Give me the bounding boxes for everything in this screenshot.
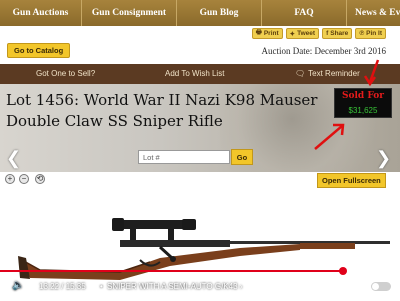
print-button[interactable]: 🖶 Print <box>251 28 283 39</box>
text-reminder-link[interactable]: 🗨 Text Reminder <box>295 69 360 78</box>
lot-go-button[interactable]: Go <box>231 149 253 165</box>
printer-icon: 🖶 <box>255 29 262 36</box>
tweet-label: Tweet <box>297 30 316 37</box>
next-lot-chevron-icon[interactable]: ❯ <box>376 148 391 169</box>
sold-for-label: Sold For <box>342 91 384 101</box>
twitter-icon: ✦ <box>289 30 296 38</box>
nav-gun-blog[interactable]: Gun Blog <box>177 0 262 26</box>
previous-lot-chevron-icon[interactable]: ❮ <box>6 148 21 169</box>
video-controls: 🔈 13:22 / 15:35 • SNIPER WITH A SEMI-AUT… <box>0 267 400 301</box>
autoplay-toggle[interactable] <box>371 282 391 291</box>
pin-label: Pin It <box>366 30 382 37</box>
sold-for-amount: $31,625 <box>348 106 378 115</box>
chapter-separator: • <box>100 282 103 291</box>
video-scrubber-handle[interactable] <box>339 267 348 275</box>
pin-button[interactable]: ℗ Pin It <box>355 28 386 39</box>
speech-bubble-icon: 🗨 <box>295 69 306 78</box>
volume-icon[interactable]: 🔈 <box>12 280 24 291</box>
tweet-button[interactable]: ✦ Tweet <box>285 28 320 39</box>
facebook-icon: f <box>326 30 329 37</box>
auction-date: Auction Date: December 3rd 2016 <box>261 46 386 56</box>
nav-news-events[interactable]: News & Ev <box>347 0 400 26</box>
go-to-catalog-button[interactable]: Go to Catalog <box>7 43 71 58</box>
nav-faq[interactable]: FAQ <box>262 0 347 26</box>
video-chapter-title[interactable]: SNIPER WITH A SEMI-AUTO G/K43 › <box>107 282 242 291</box>
video-progress-fill <box>0 270 344 272</box>
nav-gun-consignment[interactable]: Gun Consignment <box>82 0 177 26</box>
sold-for-badge: Sold For $31,625 <box>334 88 392 118</box>
add-to-wish-list-link[interactable]: Add To Wish List <box>165 69 224 78</box>
open-fullscreen-button[interactable]: Open Fullscreen <box>317 173 386 188</box>
autoplay-toggle-knob <box>372 283 379 290</box>
zoom-out-icon[interactable]: − <box>19 174 29 184</box>
text-reminder-label: Text Reminder <box>308 69 360 78</box>
print-label: Print <box>263 30 279 37</box>
top-nav: Gun Auctions Gun Consignment Gun Blog FA… <box>0 0 400 26</box>
got-one-to-sell-link[interactable]: Got One to Sell? <box>36 69 95 78</box>
share-button[interactable]: f Share <box>322 28 353 39</box>
nav-gun-auctions[interactable]: Gun Auctions <box>0 0 82 26</box>
zoom-in-icon[interactable]: + <box>5 174 15 184</box>
action-bar: Got One to Sell? Add To Wish List 🗨 Text … <box>0 64 400 84</box>
video-timecode: 13:22 / 15:35 <box>39 282 86 291</box>
pinterest-icon: ℗ <box>359 30 365 37</box>
share-label: Share <box>330 30 349 37</box>
lot-number-input[interactable]: Lot # <box>138 150 230 164</box>
social-share-bar: 🖶 Print ✦ Tweet f Share ℗ Pin It <box>251 28 386 39</box>
lot-title: Lot 1456: World War II Nazi K98 Mauser D… <box>6 91 318 130</box>
reset-zoom-icon[interactable]: ⟲ <box>35 174 45 184</box>
